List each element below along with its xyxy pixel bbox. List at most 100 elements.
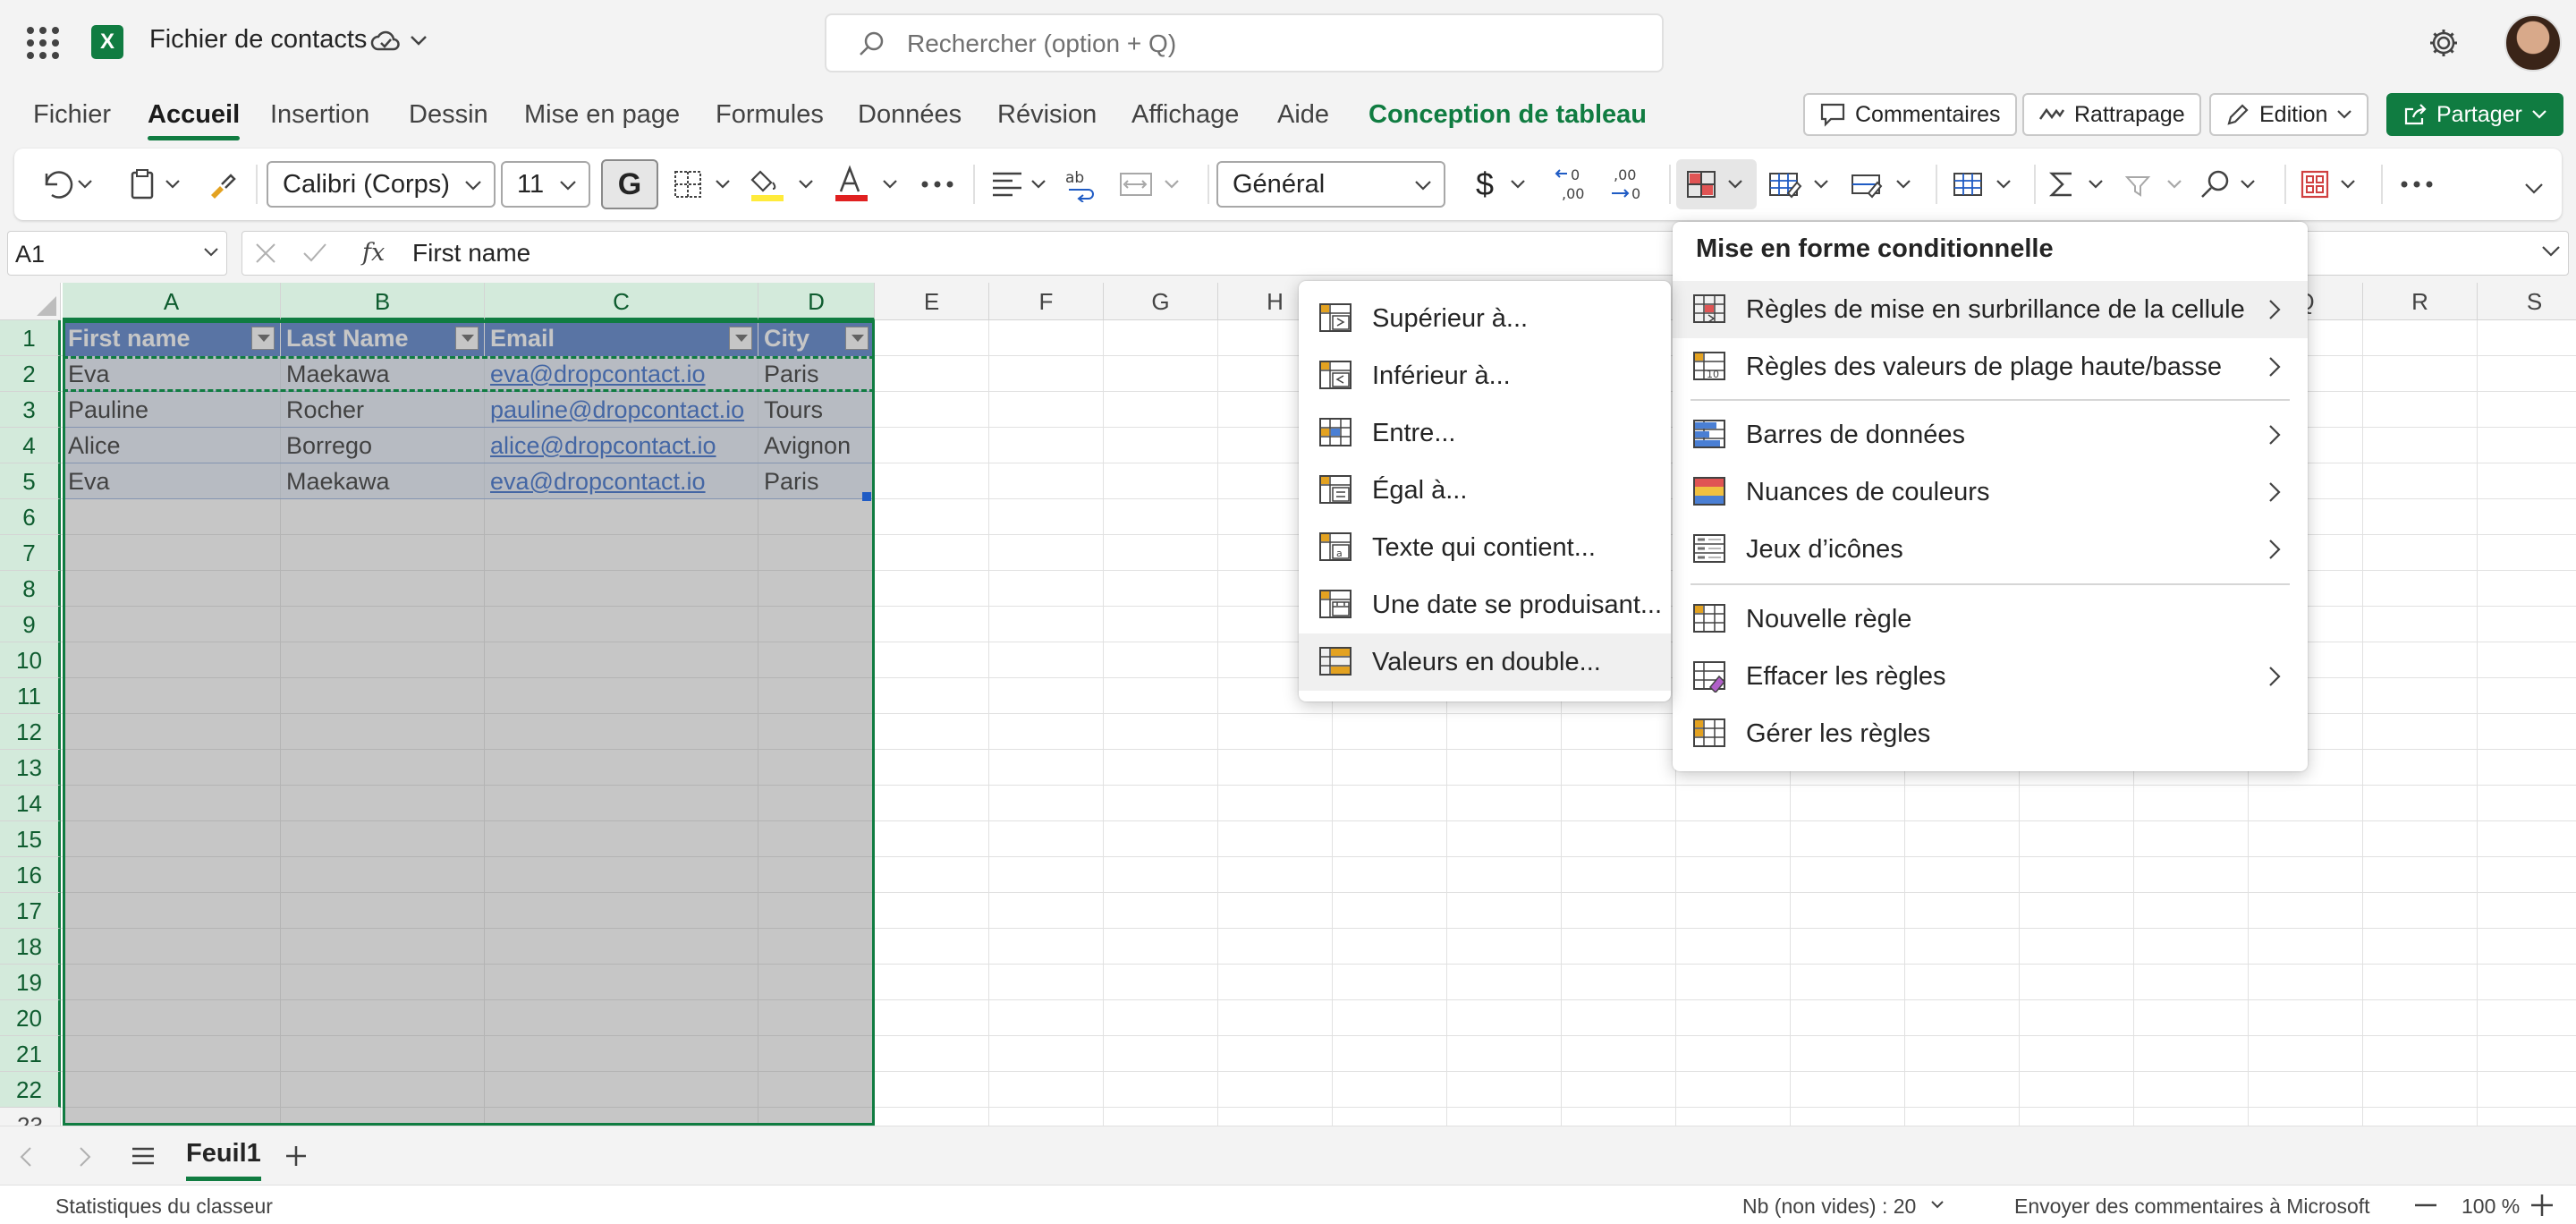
submenu-item-equal-to[interactable]: Égal à... (1299, 462, 1671, 519)
tab-conception-de-tableau[interactable]: Conception de tableau (1368, 100, 1647, 130)
select-all-corner[interactable] (0, 283, 61, 320)
menu-item-clear-rules[interactable]: Effacer les règles (1673, 648, 2308, 705)
row-header-21[interactable]: 21 (0, 1036, 61, 1072)
insert-cells-button[interactable] (1943, 159, 2023, 209)
formula-input[interactable]: First name (412, 239, 530, 268)
row-header-1[interactable]: 1 (0, 320, 61, 356)
tab-affichage[interactable]: Affichage (1131, 100, 1239, 130)
menu-item-top-bottom-rules[interactable]: 10 Règles des valeurs de plage haute/bas… (1673, 338, 2308, 395)
sheet-tab-feuil1[interactable]: Feuil1 (186, 1139, 261, 1181)
row-header-20[interactable]: 20 (0, 1000, 61, 1036)
sort-filter-button[interactable] (2118, 159, 2193, 209)
collapse-ribbon-button[interactable] (2519, 175, 2549, 202)
menu-item-new-rule[interactable]: Nouvelle règle (1673, 591, 2308, 648)
undo-button[interactable] (32, 159, 100, 209)
zoom-level[interactable]: 100 % (2462, 1194, 2520, 1219)
column-header-d[interactable]: D (758, 283, 875, 320)
increase-decimal-button[interactable]: ,00 0 (1603, 159, 1653, 209)
column-header-r[interactable]: R (2363, 283, 2478, 320)
feedback-link[interactable]: Envoyer des commentaires à Microsoft (2014, 1194, 2370, 1219)
bold-button[interactable]: G (601, 159, 658, 209)
menu-item-manage-rules[interactable]: Gérer les règles (1673, 705, 2308, 762)
font-color-button[interactable] (826, 159, 912, 209)
row-header-6[interactable]: 6 (0, 499, 61, 535)
row-header-17[interactable]: 17 (0, 893, 61, 929)
count-nonblank-status[interactable]: Nb (non vides) : 20 (1742, 1194, 1916, 1219)
submenu-item-greater-than[interactable]: Supérieur à... (1299, 290, 1671, 347)
find-select-button[interactable] (2193, 159, 2268, 209)
workbook-statistics-button[interactable]: Statistiques du classeur (55, 1194, 273, 1219)
row-header-13[interactable]: 13 (0, 750, 61, 786)
row-header-14[interactable]: 14 (0, 786, 61, 821)
tab-revision[interactable]: Révision (997, 100, 1097, 130)
fill-color-button[interactable] (742, 159, 828, 209)
tab-formules[interactable]: Formules (716, 100, 824, 130)
tab-accueil[interactable]: Accueil (148, 100, 241, 140)
decrease-decimal-button[interactable]: 0,00 (1549, 159, 1599, 209)
row-header-11[interactable]: 11 (0, 678, 61, 714)
row-header-12[interactable]: 12 (0, 714, 61, 750)
row-header-18[interactable]: 18 (0, 929, 61, 965)
add-sheet-icon[interactable] (284, 1144, 308, 1168)
catchup-button[interactable]: Rattrapage (2022, 93, 2201, 136)
align-button[interactable] (984, 159, 1055, 209)
zoom-in-icon[interactable] (2531, 1194, 2553, 1216)
next-sheet-icon[interactable] (79, 1146, 91, 1168)
column-header-a[interactable]: A (63, 283, 281, 320)
column-header-e[interactable]: E (875, 283, 989, 320)
wrap-text-button[interactable]: ab (1057, 159, 1106, 209)
name-box[interactable]: A1 (7, 231, 227, 276)
paste-button[interactable] (122, 159, 190, 209)
insert-function-button[interactable]: fx (362, 239, 385, 267)
font-size-select[interactable]: 11 (501, 161, 590, 208)
more-ribbon-options-button[interactable] (2390, 159, 2444, 209)
app-launcher-icon[interactable] (27, 27, 59, 59)
search-input[interactable]: Rechercher (option + Q) (825, 13, 1664, 72)
table-resize-handle[interactable] (862, 492, 871, 501)
status-chevron-down-icon[interactable] (1930, 1200, 1945, 1211)
share-button[interactable]: Partager (2386, 93, 2563, 136)
submenu-item-less-than[interactable]: Inférieur à... (1299, 347, 1671, 404)
settings-gear-icon[interactable] (2428, 27, 2460, 59)
submenu-item-date-occurring[interactable]: Une date se produisant... (1299, 576, 1671, 633)
row-header-3[interactable]: 3 (0, 392, 61, 428)
number-format-select[interactable]: Général (1216, 161, 1445, 208)
column-header-f[interactable]: F (989, 283, 1104, 320)
row-header-2[interactable]: 2 (0, 356, 61, 392)
confirm-entry-icon[interactable] (301, 241, 328, 266)
user-avatar[interactable] (2504, 14, 2562, 72)
row-header-4[interactable]: 4 (0, 428, 61, 463)
title-chevron-down-icon[interactable] (410, 34, 428, 47)
borders-button[interactable] (664, 159, 744, 209)
tab-dessin[interactable]: Dessin (409, 100, 488, 130)
submenu-item-text-contains[interactable]: a Texte qui contient... (1299, 519, 1671, 576)
format-as-table-button[interactable] (1760, 159, 1841, 209)
column-header-g[interactable]: G (1104, 283, 1218, 320)
submenu-item-duplicate-values[interactable]: Valeurs en double... (1299, 633, 1671, 691)
autosum-button[interactable] (2041, 159, 2116, 209)
row-header-9[interactable]: 9 (0, 607, 61, 642)
conditional-formatting-button[interactable] (1676, 159, 1757, 209)
column-header-b[interactable]: B (281, 283, 485, 320)
menu-item-icon-sets[interactable]: Jeux d’icônes (1673, 521, 2308, 578)
menu-item-data-bars[interactable]: Barres de données (1673, 406, 2308, 463)
add-ins-button[interactable] (2293, 159, 2368, 209)
comments-button[interactable]: Commentaires (1803, 93, 2017, 136)
column-header-c[interactable]: C (485, 283, 758, 320)
zoom-out-icon[interactable] (2415, 1203, 2436, 1207)
row-header-19[interactable]: 19 (0, 965, 61, 1000)
submenu-item-between[interactable]: Entre... (1299, 404, 1671, 462)
tab-aide[interactable]: Aide (1277, 100, 1329, 130)
prev-sheet-icon[interactable] (20, 1146, 32, 1168)
row-header-22[interactable]: 22 (0, 1072, 61, 1108)
more-font-options-button[interactable] (911, 159, 964, 209)
cell-styles-button[interactable] (1843, 159, 1923, 209)
all-sheets-menu-icon[interactable] (131, 1146, 156, 1166)
font-name-select[interactable]: Calibri (Corps) (267, 161, 496, 208)
format-painter-button[interactable] (200, 159, 243, 209)
row-header-16[interactable]: 16 (0, 857, 61, 893)
merge-cells-button[interactable] (1111, 159, 1191, 209)
tab-fichier[interactable]: Fichier (33, 100, 111, 130)
tab-insertion[interactable]: Insertion (270, 100, 369, 130)
row-header-7[interactable]: 7 (0, 535, 61, 571)
